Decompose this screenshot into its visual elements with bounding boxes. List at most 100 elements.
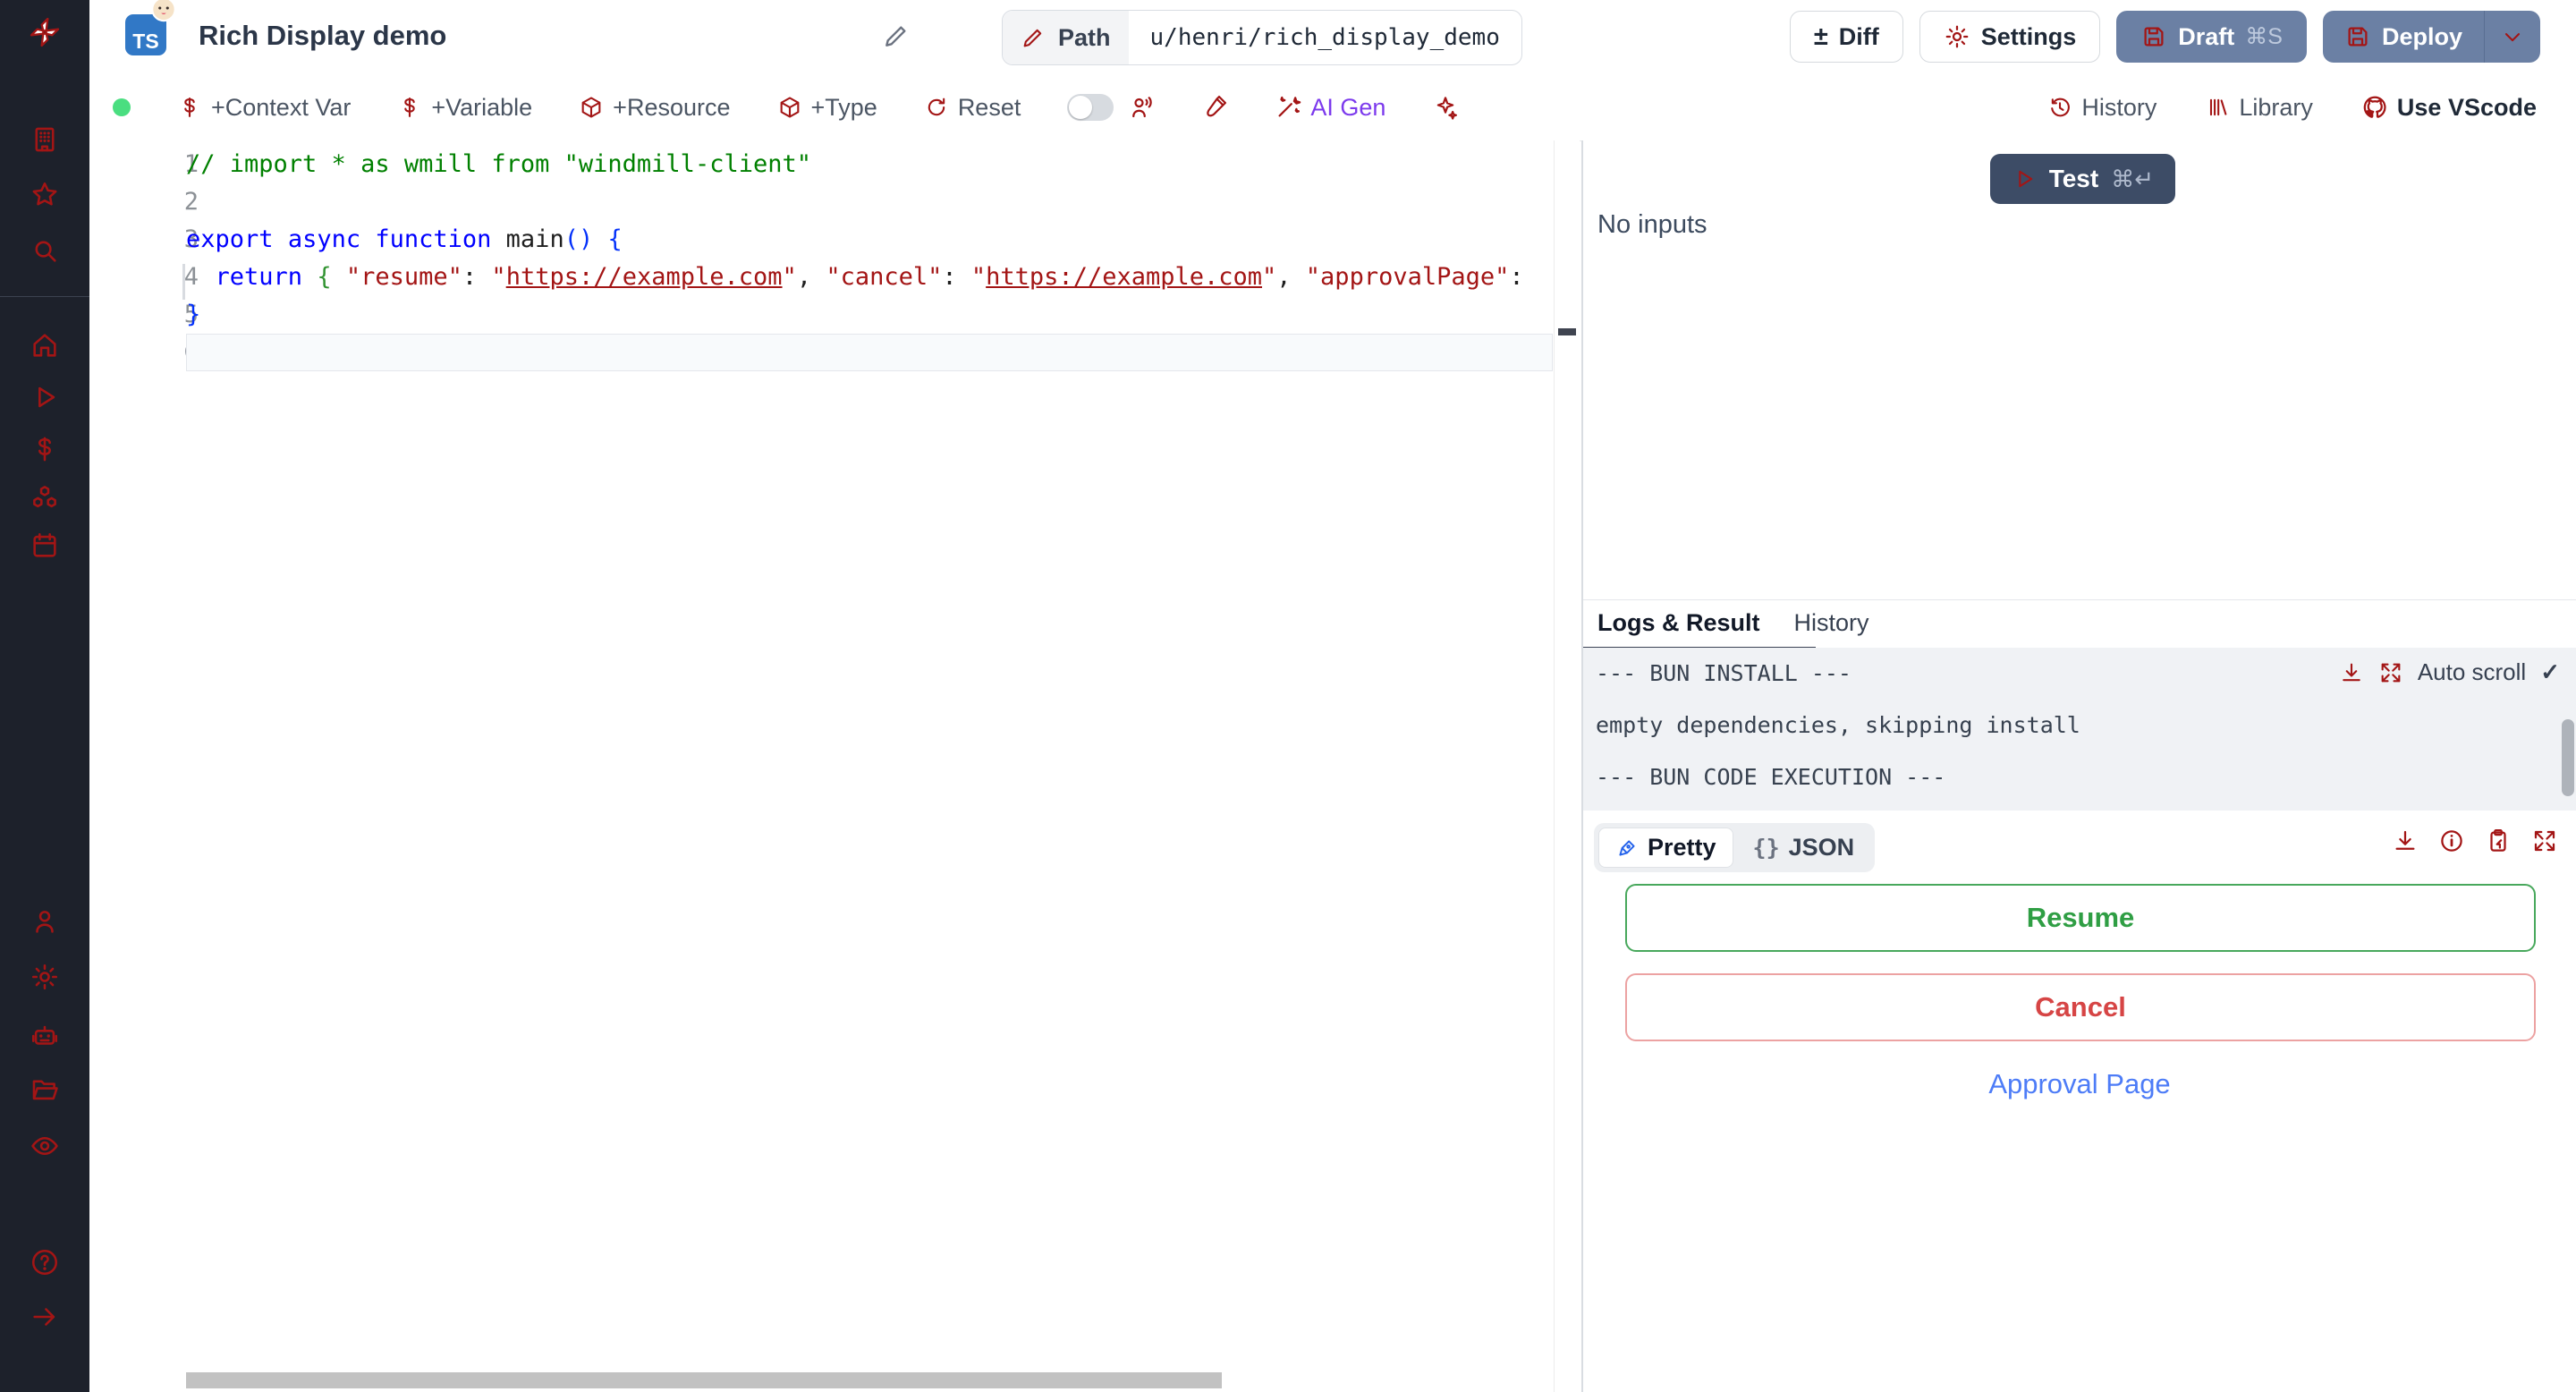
add-type-button[interactable]: +Type (777, 94, 877, 122)
sparkles-icon (1432, 94, 1459, 121)
path-label: Path (1058, 23, 1111, 51)
expand-result-button[interactable] (2531, 828, 2558, 854)
result-info-button[interactable] (2438, 828, 2465, 854)
overview-marker (1558, 328, 1576, 335)
approval-page-link[interactable]: Approval Page (1583, 1068, 2576, 1100)
code-line[interactable] (186, 334, 1553, 371)
edit-pencil-icon[interactable] (882, 21, 911, 50)
add-context-var-label: +Context Var (211, 93, 352, 121)
test-button[interactable]: Test ⌘↵ (1989, 154, 2175, 204)
package-icon (777, 95, 802, 120)
calendar-icon (30, 530, 60, 561)
path-field[interactable]: Path u/henri/rich_display_demo (1002, 10, 1522, 65)
json-view-button[interactable]: {} JSON (1737, 828, 1871, 867)
resume-button[interactable]: Resume (1625, 884, 2536, 952)
package-icon (579, 95, 604, 120)
play-icon (2012, 166, 2037, 191)
logs-scrollbar[interactable] (2562, 719, 2574, 796)
github-icon (2361, 94, 2388, 121)
use-vscode-label: Use VScode (2396, 93, 2537, 121)
cubes-icon (30, 482, 60, 513)
output-tabs: Logs & Result History (1583, 599, 2576, 651)
sidebar-item-home[interactable] (0, 320, 89, 370)
brush-icon (1201, 94, 1228, 121)
sidebar-divider (0, 296, 89, 297)
eye-icon (30, 1131, 60, 1161)
history-button[interactable]: History (2047, 94, 2157, 122)
sidebar-item-search[interactable] (0, 225, 89, 276)
tab-logs-result[interactable]: Logs & Result (1583, 600, 1815, 651)
sidebar-item-workers[interactable] (0, 1011, 89, 1061)
sidebar-item-variables[interactable] (0, 424, 89, 474)
cancel-button[interactable]: Cancel (1625, 973, 2536, 1041)
run-panel: Test ⌘↵ No inputs Logs & Result History A… (1581, 140, 2576, 1392)
assistant-toggle[interactable] (1067, 94, 1114, 121)
pretty-view-button[interactable]: Pretty (1598, 828, 1733, 868)
download-icon (2392, 828, 2419, 854)
diff-button-label: Diff (1838, 22, 1879, 50)
format-button[interactable] (1201, 94, 1228, 121)
tab-history[interactable]: History (1780, 600, 1889, 649)
add-type-label: +Type (810, 93, 877, 121)
settings-button[interactable]: Settings (1919, 11, 2101, 63)
sidebar-item-runs[interactable] (0, 372, 89, 422)
reset-icon (924, 95, 949, 120)
sidebar-expand-button[interactable] (0, 1292, 89, 1342)
arrow-right-icon (30, 1302, 60, 1332)
search-icon (30, 235, 60, 266)
left-sidebar (0, 0, 89, 1392)
download-result-button[interactable] (2392, 828, 2419, 854)
code-line[interactable]: return { "resume": "https://example.com"… (186, 259, 1553, 296)
baby-emoji-icon (151, 0, 176, 22)
code-lines: // import * as wmill from "windmill-clie… (186, 146, 1553, 371)
expand-icon (2531, 828, 2558, 854)
windmill-logo[interactable] (0, 7, 89, 57)
pen-nib-icon (1615, 836, 1639, 860)
ts-badge-label: TS (132, 30, 159, 53)
toggle-knob (1069, 96, 1093, 119)
page-title: Rich Display demo (199, 20, 447, 51)
deploy-button[interactable]: Deploy (2323, 11, 2484, 63)
expand-logs-button[interactable] (2378, 660, 2403, 685)
no-inputs-text: No inputs (1597, 210, 1707, 239)
check-icon[interactable]: ✓ (2540, 658, 2560, 686)
status-dot (113, 98, 131, 116)
deploy-dropdown-button[interactable] (2484, 11, 2540, 63)
reset-button[interactable]: Reset (924, 94, 1021, 122)
settings-button-label: Settings (1980, 22, 2077, 50)
add-context-var-button[interactable]: +Context Var (177, 94, 351, 122)
download-logs-button[interactable] (2339, 660, 2364, 685)
path-label-section: Path (1003, 11, 1129, 64)
wand-icon (1275, 94, 1301, 121)
sidebar-item-resources[interactable] (0, 472, 89, 522)
sidebar-item-settings[interactable] (0, 952, 89, 1002)
sidebar-item-schedules[interactable] (0, 521, 89, 571)
horizontal-scrollbar[interactable] (186, 1372, 1222, 1388)
code-line[interactable]: // import * as wmill from "windmill-clie… (186, 146, 1553, 183)
use-vscode-button[interactable]: Use VScode (2361, 94, 2537, 122)
add-resource-button[interactable]: +Resource (579, 93, 731, 122)
header-actions: ± Diff Settings Draft ⌘S Deploy (1789, 11, 2540, 63)
code-line[interactable]: export async function main() { (186, 221, 1553, 259)
sidebar-item-users[interactable] (0, 896, 89, 946)
code-line[interactable] (186, 183, 1553, 221)
draft-button[interactable]: Draft ⌘S (2116, 11, 2307, 63)
sidebar-item-folders[interactable] (0, 1065, 89, 1115)
pencil-icon (1021, 25, 1046, 50)
sidebar-item-audit[interactable] (0, 1121, 89, 1171)
add-variable-button[interactable]: +Variable (397, 94, 532, 122)
sidebar-item-help[interactable] (0, 1237, 89, 1287)
library-button[interactable]: Library (2205, 94, 2313, 122)
auto-scroll-label[interactable]: Auto scroll (2418, 658, 2526, 686)
sidebar-item-favorites[interactable] (0, 170, 89, 220)
diff-button[interactable]: ± Diff (1789, 11, 1903, 63)
copy-result-button[interactable] (2485, 828, 2512, 854)
path-value[interactable]: u/henri/rich_display_demo (1129, 24, 1521, 51)
ai-sparkles-button[interactable] (1432, 94, 1459, 121)
code-editor[interactable]: 123456 // import * as wmill from "windmi… (89, 140, 1580, 1392)
add-resource-label: +Resource (613, 93, 731, 121)
ai-gen-button[interactable]: AI Gen (1275, 94, 1385, 122)
code-line[interactable]: } (186, 296, 1553, 334)
sidebar-item-workspace[interactable] (0, 115, 89, 165)
dollar-icon (177, 95, 202, 120)
